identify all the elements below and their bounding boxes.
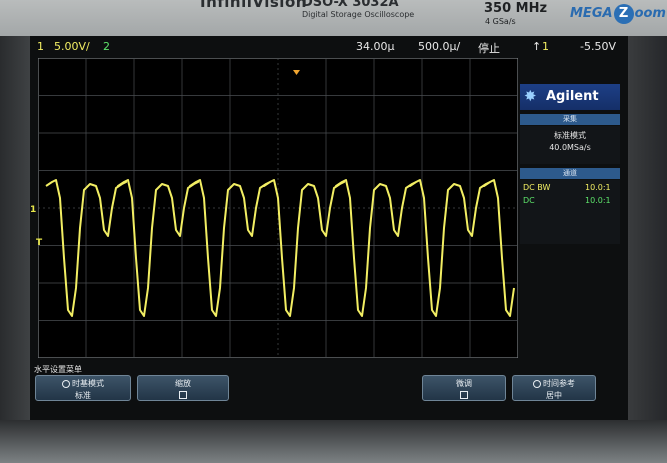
ch2-indicator[interactable]: 2 — [103, 40, 110, 53]
channel-header: 通道 — [520, 168, 620, 179]
instrument-left-bezel — [0, 36, 30, 463]
agilent-brand: Agilent — [546, 89, 599, 104]
brand-label: InfiniiVision — [200, 0, 307, 11]
rotate-knob-icon — [62, 379, 70, 388]
ch1-indicator[interactable]: 1 — [37, 40, 44, 53]
zoom-logo-icon: Z — [613, 4, 634, 24]
channel-body: DC BW 10.0:1 DC 10.0:1 — [520, 180, 620, 244]
softkey-time-reference[interactable]: 时间参考 居中 — [512, 375, 596, 401]
acquisition-mode: 标准模式 — [554, 131, 586, 140]
trigger-level-marker[interactable]: T — [36, 238, 42, 248]
info-side-panel: ✸ Agilent 采集 标准模式 40.0MSa/s 通道 DC BW 10.… — [520, 84, 620, 244]
time-delay: 34.00µ — [356, 40, 395, 53]
bandwidth-label: 350 MHz — [484, 1, 548, 16]
model-subtitle: Digital Storage Oscilloscope — [302, 10, 415, 19]
megazoom-logo: MEGA Zoom — [570, 4, 666, 24]
instrument-right-bezel — [628, 36, 667, 463]
checkbox-icon — [179, 390, 187, 399]
trigger-channel: 1 — [542, 40, 549, 53]
menu-title: 水平设置菜单 — [34, 365, 82, 374]
acquisition-body: 标准模式 40.0MSa/s — [520, 126, 620, 164]
acquisition-header: 采集 — [520, 114, 620, 125]
instrument-top-bezel: InfiniiVision DSO-X 3032A Digital Storag… — [0, 0, 667, 36]
sample-rate-label: 4 GSa/s — [485, 17, 516, 26]
agilent-spark-icon: ✸ — [524, 87, 537, 105]
softkey-fine[interactable]: 微调 — [422, 375, 506, 401]
checkbox-icon — [460, 390, 468, 399]
waveform-graticule — [38, 58, 518, 358]
acquisition-rate: 40.0MSa/s — [549, 143, 591, 152]
trigger-level: -5.50V — [580, 40, 616, 53]
status-bar: 1 5.00V/ 2 34.00µ 500.0µ/ 停止 ↑ 1 -5.50V — [30, 38, 628, 56]
model-label: DSO-X 3032A — [302, 0, 399, 10]
ch1-ground-marker[interactable]: 1 — [30, 205, 36, 215]
rotate-knob-icon — [533, 379, 541, 388]
ch1-scale: 5.00V/ — [54, 40, 90, 53]
softkey-time-mode[interactable]: 时基模式 标准 — [35, 375, 131, 401]
timebase-scale: 500.0µ/ — [418, 40, 461, 53]
softkey-zoom[interactable]: 缩放 — [137, 375, 229, 401]
trigger-edge-icon: ↑ — [532, 40, 542, 53]
run-state: 停止 — [478, 42, 500, 55]
agilent-badge: ✸ Agilent — [520, 84, 620, 110]
instrument-bottom-bezel — [0, 420, 667, 463]
